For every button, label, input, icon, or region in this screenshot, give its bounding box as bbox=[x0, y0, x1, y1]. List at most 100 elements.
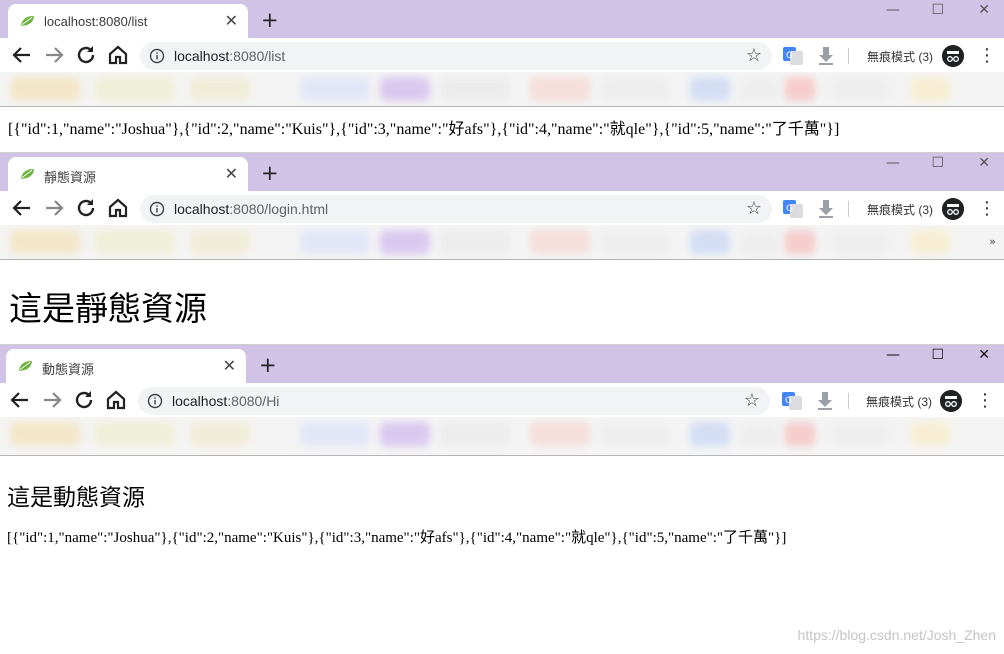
bookmark-star-icon[interactable]: ☆ bbox=[746, 45, 762, 66]
bookmark-item[interactable] bbox=[740, 230, 780, 254]
bookmark-item[interactable] bbox=[740, 422, 780, 446]
home-button[interactable] bbox=[104, 388, 128, 412]
forward-button[interactable] bbox=[42, 43, 66, 67]
bookmark-item[interactable] bbox=[830, 422, 890, 446]
menu-icon[interactable]: ⋮ bbox=[978, 198, 996, 219]
bookmark-item[interactable] bbox=[10, 230, 80, 254]
bookmark-item[interactable] bbox=[910, 422, 950, 446]
bookmark-item[interactable] bbox=[300, 230, 370, 254]
bookmark-item[interactable] bbox=[600, 77, 670, 101]
new-tab-button[interactable]: + bbox=[261, 8, 279, 32]
bookmark-item[interactable] bbox=[190, 77, 250, 101]
bookmark-item[interactable] bbox=[190, 422, 250, 446]
download-icon[interactable] bbox=[817, 199, 835, 219]
tab-hi[interactable]: 動態資源 ✕ bbox=[6, 349, 246, 383]
bookmarks-overflow-button[interactable]: » bbox=[989, 235, 996, 248]
menu-icon[interactable]: ⋮ bbox=[976, 390, 994, 411]
incognito-label[interactable]: 無痕模式 (3) bbox=[867, 48, 933, 65]
reload-button[interactable] bbox=[74, 196, 98, 220]
google-translate-icon[interactable]: G bbox=[782, 392, 802, 410]
back-button[interactable] bbox=[10, 43, 34, 67]
bookmark-item[interactable] bbox=[10, 77, 80, 101]
bookmark-star-icon[interactable]: ☆ bbox=[746, 198, 762, 219]
svg-text:G: G bbox=[786, 204, 793, 214]
back-button[interactable] bbox=[10, 196, 34, 220]
back-button[interactable] bbox=[8, 388, 32, 412]
bookmark-item[interactable] bbox=[785, 422, 815, 446]
browser-window-login: 靜態資源 ✕ + — ☐ ✕ localhost:8080/login.html… bbox=[0, 152, 1004, 345]
incognito-icon[interactable] bbox=[940, 390, 962, 412]
toolbar-divider bbox=[848, 48, 849, 64]
tab-title: 動態資源 bbox=[42, 362, 95, 377]
close-window-button[interactable]: ✕ bbox=[978, 155, 990, 171]
close-tab-icon[interactable]: ✕ bbox=[223, 356, 236, 375]
minimize-button[interactable]: — bbox=[886, 2, 900, 18]
incognito-icon[interactable] bbox=[942, 198, 964, 220]
bookmark-item[interactable] bbox=[600, 230, 670, 254]
bookmark-item[interactable] bbox=[785, 230, 815, 254]
reload-button[interactable] bbox=[74, 43, 98, 67]
download-icon[interactable] bbox=[817, 46, 835, 66]
close-tab-icon[interactable]: ✕ bbox=[225, 164, 238, 183]
address-bar[interactable]: localhost:8080/list ☆ bbox=[140, 42, 772, 70]
bookmark-item[interactable] bbox=[690, 230, 730, 254]
bookmark-item[interactable] bbox=[10, 422, 80, 446]
bookmark-item[interactable] bbox=[440, 230, 510, 254]
bookmark-item[interactable] bbox=[530, 422, 590, 446]
bookmark-item[interactable] bbox=[95, 230, 175, 254]
new-tab-button[interactable]: + bbox=[261, 161, 279, 185]
bookmark-item[interactable] bbox=[830, 77, 890, 101]
new-tab-button[interactable]: + bbox=[259, 353, 277, 377]
google-translate-icon[interactable]: G bbox=[783, 47, 803, 65]
url-text: localhost:8080/login.html bbox=[174, 201, 328, 217]
bookmark-item[interactable] bbox=[380, 230, 430, 254]
bookmark-item[interactable] bbox=[530, 230, 590, 254]
bookmark-item[interactable] bbox=[300, 77, 370, 101]
bookmark-item[interactable] bbox=[190, 230, 250, 254]
address-bar[interactable]: localhost:8080/Hi ☆ bbox=[138, 387, 770, 415]
bookmark-item[interactable] bbox=[95, 422, 175, 446]
close-tab-icon[interactable]: ✕ bbox=[225, 11, 238, 30]
minimize-button[interactable]: — bbox=[886, 347, 900, 363]
bookmark-item[interactable] bbox=[95, 77, 175, 101]
google-translate-icon[interactable]: G bbox=[783, 200, 803, 218]
download-icon[interactable] bbox=[816, 391, 834, 411]
arrow-left-icon bbox=[12, 47, 30, 63]
bookmark-item[interactable] bbox=[740, 77, 780, 101]
close-window-button[interactable]: ✕ bbox=[978, 2, 990, 18]
close-window-button[interactable]: ✕ bbox=[978, 347, 990, 363]
bookmark-item[interactable] bbox=[690, 77, 730, 101]
bookmark-item[interactable] bbox=[300, 422, 370, 446]
incognito-label[interactable]: 無痕模式 (3) bbox=[867, 201, 933, 218]
menu-icon[interactable]: ⋮ bbox=[978, 45, 996, 66]
tab-login[interactable]: 靜態資源 ✕ bbox=[8, 157, 248, 191]
page-heading: 這是動態資源 bbox=[7, 485, 145, 510]
toolbar: localhost:8080/login.html ☆ G 無痕模式 (3) ⋮ bbox=[0, 191, 1004, 225]
bookmark-item[interactable] bbox=[785, 77, 815, 101]
minimize-button[interactable]: — bbox=[886, 155, 900, 171]
bookmark-item[interactable] bbox=[600, 422, 670, 446]
maximize-button[interactable]: ☐ bbox=[931, 2, 944, 18]
bookmark-item[interactable] bbox=[910, 77, 950, 101]
bookmark-item[interactable] bbox=[530, 77, 590, 101]
bookmark-item[interactable] bbox=[830, 230, 890, 254]
bookmark-item[interactable] bbox=[380, 422, 430, 446]
bookmark-star-icon[interactable]: ☆ bbox=[744, 390, 760, 411]
home-button[interactable] bbox=[106, 196, 130, 220]
maximize-button[interactable]: ☐ bbox=[931, 155, 944, 171]
bookmark-item[interactable] bbox=[910, 230, 950, 254]
reload-button[interactable] bbox=[72, 388, 96, 412]
incognito-label[interactable]: 無痕模式 (3) bbox=[866, 393, 932, 410]
bookmark-item[interactable] bbox=[440, 77, 510, 101]
home-button[interactable] bbox=[106, 43, 130, 67]
arrow-right-icon bbox=[44, 392, 62, 408]
tab-list[interactable]: localhost:8080/list ✕ bbox=[8, 4, 248, 38]
bookmark-item[interactable] bbox=[690, 422, 730, 446]
bookmark-item[interactable] bbox=[440, 422, 510, 446]
forward-button[interactable] bbox=[42, 196, 66, 220]
bookmark-item[interactable] bbox=[380, 77, 430, 101]
maximize-button[interactable]: ☐ bbox=[931, 347, 944, 363]
address-bar[interactable]: localhost:8080/login.html ☆ bbox=[140, 195, 772, 223]
incognito-icon[interactable] bbox=[942, 45, 964, 67]
forward-button[interactable] bbox=[40, 388, 64, 412]
